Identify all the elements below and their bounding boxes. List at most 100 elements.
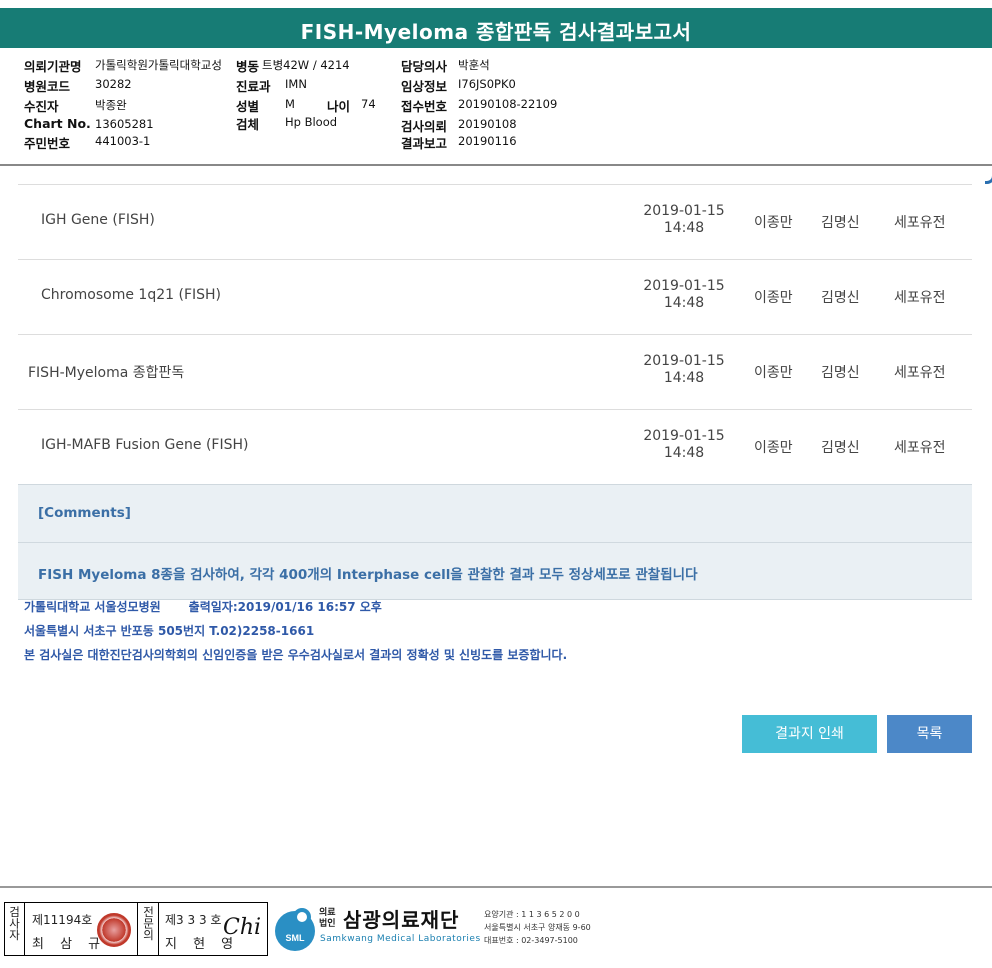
comments-divider [18, 542, 972, 543]
result-datetime: 2019-01-15 14:48 [628, 353, 740, 387]
result-datetime: 2019-01-15 14:48 [628, 428, 740, 462]
clinical-info-value: I76JS0PK0 [458, 77, 516, 91]
result-reviewer: 김명신 [821, 290, 860, 306]
org-contact-info: 요양기관 : 1 1 3 6 5 2 0 0 서울특별시 서초구 양재동 9-6… [484, 908, 591, 947]
patient-label: 수진자 [24, 99, 59, 114]
result-reviewer: 김명신 [821, 440, 860, 456]
sex-label: 성별 [236, 99, 260, 114]
result-department: 세포유전 [894, 215, 946, 231]
department-value: IMN [285, 77, 307, 91]
result-time: 14:48 [663, 295, 705, 311]
page-title: FISH-Myeloma 종합판독 검사결과보고서 [300, 20, 692, 44]
doctor-value: 박훈석 [458, 58, 490, 72]
result-department: 세포유전 [894, 365, 946, 381]
comments-text: FISH Myeloma 8종을 검사하여, 각각 400개의 Interpha… [38, 567, 698, 583]
footer-hospital: 가톨릭대학교 서울성모병원 [24, 600, 161, 614]
result-date: 2019-01-15 [643, 428, 725, 444]
specialist-number: 제3 3 3 호 [165, 913, 222, 927]
logo-text: SML [286, 933, 306, 943]
result-performer: 이종만 [754, 290, 793, 306]
footer-printed: 출력일자:2019/01/16 16:57 오후 [188, 600, 382, 614]
result-time: 14:48 [663, 370, 705, 386]
report-footer: 가톨릭대학교 서울성모병원 출력일자:2019/01/16 16:57 오후 서울… [24, 600, 567, 672]
bottom-divider [0, 886, 992, 888]
result-date: 2019-01-15 [643, 353, 725, 369]
list-button[interactable]: 목록 [887, 715, 972, 753]
clinical-info-label: 임상정보 [401, 79, 448, 94]
reception-value: 20190108-22109 [458, 97, 558, 111]
footer-line-hospital: 가톨릭대학교 서울성모병원 출력일자:2019/01/16 16:57 오후 [24, 600, 567, 624]
org-legal-type: 의료 법인 [319, 908, 336, 930]
signature-box: 검사자 제11194호 최 삼 규 전문의 제3 3 3 호 지 현 영 Chi [4, 902, 268, 956]
result-datetime: 2019-01-15 14:48 [628, 203, 740, 237]
result-name: IGH-MAFB Fusion Gene (FISH) [41, 437, 249, 453]
org-info-2: 서울특별시 서초구 양재동 9-60 [484, 923, 591, 932]
result-performer: 이종만 [754, 215, 793, 231]
examiner-name: 최 삼 규 [32, 937, 107, 952]
result-row[interactable]: FISH-Myeloma 종합판독 2019-01-15 14:48 이종만 김… [18, 334, 972, 409]
examiner-label: 검사자 [5, 903, 25, 955]
result-reviewer: 김명신 [821, 365, 860, 381]
patient-value: 박종완 [95, 98, 127, 112]
result-reviewer: 김명신 [821, 215, 860, 231]
specimen-value: Hp Blood [285, 115, 338, 129]
org-info-1: 요양기관 : 1 1 3 6 5 2 0 0 [484, 910, 580, 919]
signature: Chi [223, 915, 262, 940]
age-label: 나이 [327, 99, 351, 114]
comments-heading: [Comments] [38, 505, 131, 521]
department-label: 진료과 [236, 79, 271, 94]
result-row[interactable]: Chromosome 1q21 (FISH) 2019-01-15 14:48 … [18, 259, 972, 334]
chart-label: Chart No. [24, 116, 91, 131]
result-row[interactable]: IGH-MAFB Fusion Gene (FISH) 2019-01-15 1… [18, 409, 972, 484]
result-list: IGH Gene (FISH) 2019-01-15 14:48 이종만 김명신… [18, 184, 972, 484]
hospital-code-label: 병원코드 [24, 79, 71, 94]
result-name: FISH-Myeloma 종합판독 [28, 365, 185, 381]
reception-label: 접수번호 [401, 99, 448, 114]
hospital-code-value: 30282 [95, 77, 132, 91]
org-english-name: Samkwang Medical Laboratories [320, 934, 481, 944]
result-datetime: 2019-01-15 14:48 [628, 278, 740, 312]
comments-section: [Comments] FISH Myeloma 8종을 검사하여, 각각 400… [18, 484, 972, 600]
request-value: 20190108 [458, 117, 517, 131]
stamp-divider [137, 903, 138, 955]
ward-value: 트병42W / 4214 [262, 58, 350, 72]
examiner-number: 제11194호 [32, 913, 93, 927]
result-performer: 이종만 [754, 365, 793, 381]
rrn-value: 441003-1 [95, 134, 151, 148]
result-department: 세포유전 [894, 440, 946, 456]
chart-value: 13605281 [95, 117, 154, 131]
result-name: IGH Gene (FISH) [41, 212, 155, 228]
result-date: 2019-01-15 [643, 278, 725, 294]
org-small-2: 법인 [319, 919, 336, 929]
patient-info-panel: 의뢰기관명 가톨릭학원가톨릭대학교성 병동 트병42W / 4214 담당의사 … [0, 48, 992, 166]
result-time: 14:48 [663, 445, 705, 461]
institution-label: 의뢰기관명 [24, 59, 82, 74]
org-info-3: 대표번호 : 02-3497-5100 [484, 936, 578, 945]
result-date: 2019-01-15 [643, 203, 725, 219]
print-result-button[interactable]: 결과지 인쇄 [742, 715, 877, 753]
institution-value: 가톨릭학원가톨릭대학교성 [95, 58, 222, 72]
official-seal-icon [97, 913, 131, 947]
footer-address: 서울특별시 서초구 반포동 505번지 T.02)2258-1661 [24, 624, 315, 638]
org-small-1: 의료 [319, 908, 336, 918]
report-value: 20190116 [458, 134, 517, 148]
result-time: 14:48 [663, 220, 705, 236]
examiner-label-text: 검사자 [7, 906, 22, 941]
sex-value: M [285, 97, 295, 111]
result-performer: 이종만 [754, 440, 793, 456]
result-name: Chromosome 1q21 (FISH) [41, 287, 222, 303]
sml-logo-icon: SML [275, 908, 315, 951]
specialist-label-text: 전문의 [141, 906, 156, 941]
rrn-label: 주민번호 [24, 136, 71, 151]
report-label: 결과보고 [401, 136, 448, 151]
specialist-label: 전문의 [139, 903, 159, 955]
top-margin [0, 0, 992, 8]
ward-label: 병동 [236, 59, 260, 74]
doctor-label: 담당의사 [401, 59, 448, 74]
scroll-indicator-icon [985, 170, 992, 184]
result-row[interactable]: IGH Gene (FISH) 2019-01-15 14:48 이종만 김명신… [18, 184, 972, 259]
footer-certification: 본 검사실은 대한진단검사의학회의 신임인증을 받은 우수검사실로서 결과의 정… [24, 648, 568, 662]
result-department: 세포유전 [894, 290, 946, 306]
specimen-label: 검체 [236, 117, 260, 132]
age-value: 74 [361, 97, 376, 111]
